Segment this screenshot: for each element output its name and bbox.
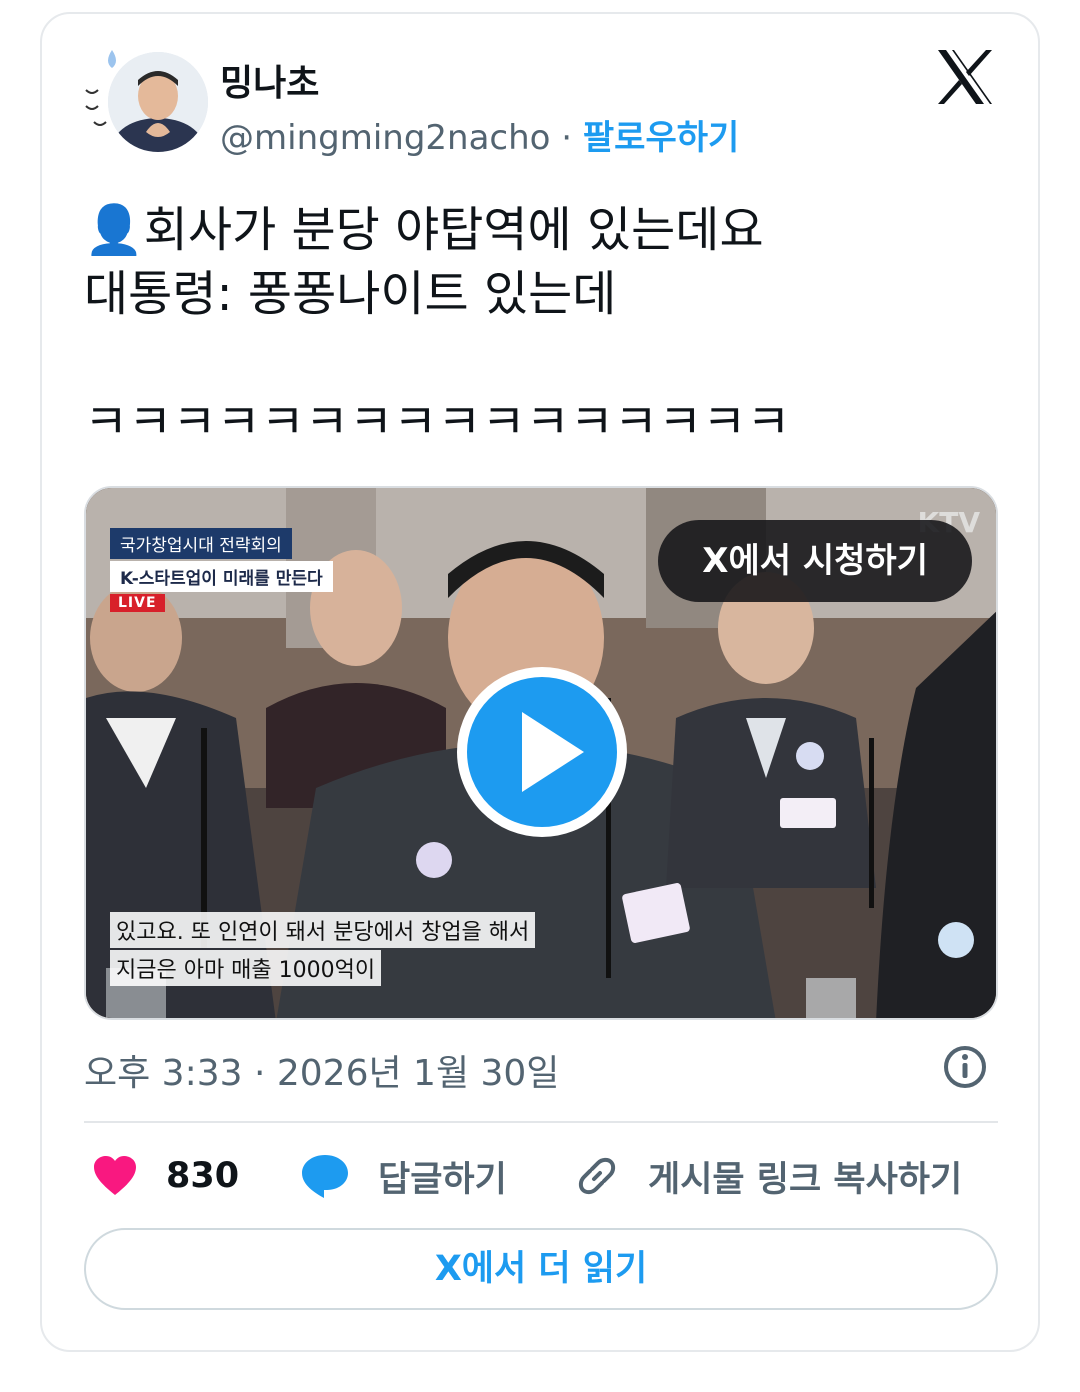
broadcast-overlay: 국가창업시대 전략회의 K-스타트업이 미래를 만든다 LIVE	[110, 528, 333, 612]
play-button[interactable]	[456, 666, 628, 838]
reply-button[interactable]: 답글하기	[300, 1146, 507, 1206]
read-more-button[interactable]: X에서 더 읽기	[84, 1228, 998, 1310]
like-count: 830	[166, 1156, 240, 1196]
reply-bubble-icon	[302, 1155, 348, 1198]
overlay-subtitle: K-스타트업이 미래를 만든다	[110, 561, 333, 592]
live-badge: LIVE	[110, 594, 165, 612]
follow-button[interactable]: 팔로우하기	[583, 118, 739, 158]
avatar[interactable]	[84, 44, 208, 160]
tweet-timestamp[interactable]: 오후 3:33 · 2026년 1월 30일	[84, 1044, 559, 1096]
divider	[84, 1121, 998, 1123]
copy-link-button[interactable]: 게시물 링크 복사하기	[574, 1146, 962, 1206]
author-handle[interactable]: @mingming2nacho	[220, 118, 550, 158]
separator-dot: ·	[561, 118, 573, 158]
subtitle-line: 지금은 아마 매출 1000억이	[110, 950, 382, 986]
heart-icon	[94, 1156, 136, 1195]
info-icon[interactable]	[942, 1044, 988, 1090]
video-player[interactable]: 국가창업시대 전략회의 K-스타트업이 미래를 만든다 LIVE KTV 있고요…	[84, 486, 998, 1020]
like-button[interactable]: 830	[92, 1146, 239, 1206]
play-icon	[457, 667, 627, 837]
action-bar: 830 답글하기 게시물 링크 복사하기	[84, 1146, 998, 1206]
watch-on-x-button[interactable]: X에서 시청하기	[658, 520, 972, 602]
copy-link-label: 게시물 링크 복사하기	[648, 1159, 963, 1200]
author-meta-row: @mingming2nacho · 팔로우하기	[220, 110, 739, 159]
subtitle-line: 있고요. 또 인연이 돼서 분당에서 창업을 해서	[110, 912, 536, 948]
overlay-title: 국가창업시대 전략회의	[110, 528, 292, 559]
x-logo-icon[interactable]	[934, 46, 996, 108]
tweet-text: 👤회사가 분당 야탑역에 있는데요 대통령: 퐁퐁나이트 있는데 ㅋㅋㅋㅋㅋㅋㅋ…	[84, 202, 791, 450]
link-icon	[578, 1157, 616, 1195]
video-subtitles: 있고요. 또 인연이 돼서 분당에서 창업을 해서 지금은 아마 매출 1000…	[110, 912, 536, 988]
author-name[interactable]: 밍나초	[220, 54, 319, 106]
reply-label: 답글하기	[378, 1159, 507, 1200]
